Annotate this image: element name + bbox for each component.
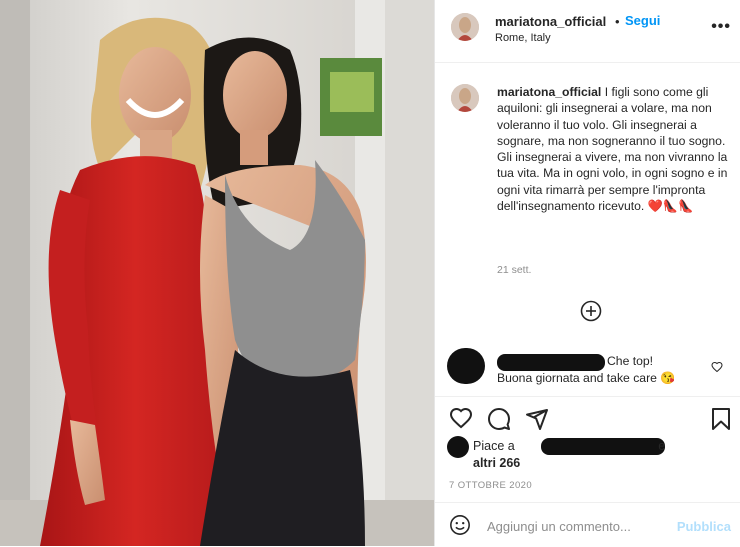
plus-circle-icon[interactable] (580, 300, 602, 327)
avatar-image (451, 84, 479, 112)
likes-avatar-redacted[interactable] (447, 436, 469, 458)
comment-input[interactable]: Aggiungi un commento... (487, 519, 631, 534)
caption-emoji: ❤️👠👠 (647, 199, 694, 214)
share-icon[interactable] (525, 407, 549, 436)
emoji-icon[interactable] (449, 514, 471, 541)
comment-text: Che top! (607, 354, 654, 368)
caption-text: I figli sono come gli aquiloni: gli inse… (497, 85, 728, 214)
likes-summary: Piace a e altri 266 (473, 438, 723, 471)
post-username[interactable]: mariatona_official (495, 14, 606, 29)
more-icon[interactable]: ••• (711, 18, 731, 36)
separator-dot: • (615, 14, 620, 29)
comment-avatar-redacted[interactable] (447, 348, 485, 384)
post-date[interactable]: 7 OTTOBRE 2020 (449, 480, 532, 491)
post-caption: mariatona_official I figli sono come gli… (497, 84, 733, 214)
photo-image (0, 0, 434, 546)
heart-icon[interactable] (449, 407, 473, 434)
post-header: mariatona_official • Segui Rome, Italy •… (435, 0, 740, 63)
caption-avatar[interactable] (451, 84, 479, 112)
follow-button[interactable]: Segui (625, 13, 660, 28)
post-photo[interactable] (0, 0, 434, 546)
comment-item: Che top! Buona giornata and take care 😘 (497, 353, 707, 386)
comment-like-icon[interactable] (711, 360, 723, 378)
comment-icon[interactable] (487, 407, 511, 436)
avatar-image (451, 13, 479, 41)
likes-prefix: Piace a (473, 439, 515, 453)
add-comment-bar: Aggiungi un commento... Pubblica (435, 502, 740, 547)
likes-suffix: e (658, 439, 666, 453)
post-side-panel: mariatona_official • Segui Rome, Italy •… (434, 0, 740, 546)
bookmark-icon[interactable] (711, 407, 731, 436)
avatar[interactable] (451, 13, 479, 41)
caption-age[interactable]: 21 sett. (497, 264, 531, 276)
action-bar (435, 396, 740, 437)
publish-button[interactable]: Pubblica (677, 519, 731, 534)
comment-text-line2: Buona giornata and take care 😘 (497, 370, 676, 385)
post-location[interactable]: Rome, Italy (495, 32, 551, 44)
caption-username[interactable]: mariatona_official (497, 85, 601, 99)
likes-others[interactable]: altri 266 (473, 456, 520, 470)
